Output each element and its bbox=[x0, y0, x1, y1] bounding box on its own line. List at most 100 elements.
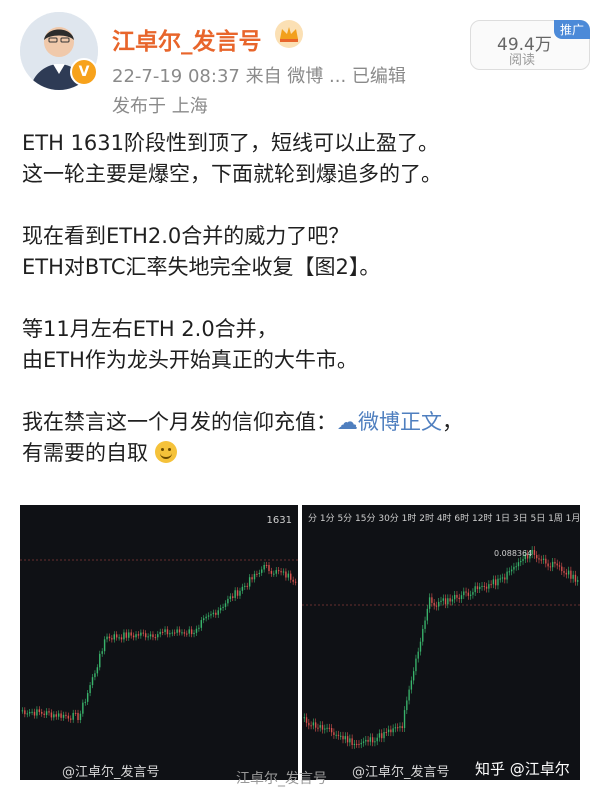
candle-body bbox=[374, 741, 376, 743]
candle-body bbox=[275, 570, 277, 574]
candle-body bbox=[340, 735, 342, 737]
read-label: 阅读 bbox=[509, 53, 536, 68]
candle-body bbox=[328, 727, 331, 729]
bottom-watermark: 江卓尔_发言号 bbox=[236, 771, 327, 787]
candle-body bbox=[74, 712, 77, 714]
candle-body bbox=[125, 632, 128, 638]
chart-watermark: @江卓尔_发言号 bbox=[62, 765, 160, 780]
verified-badge-icon: V bbox=[70, 58, 98, 86]
candle-body bbox=[533, 550, 536, 556]
candle-body bbox=[513, 566, 515, 570]
candle-body bbox=[239, 590, 241, 596]
candle-body bbox=[469, 594, 472, 596]
crown-icon bbox=[275, 20, 303, 48]
candle-body bbox=[147, 636, 149, 638]
candle-body bbox=[342, 735, 344, 740]
candle-body bbox=[248, 577, 251, 587]
candle-body bbox=[132, 635, 135, 638]
candle-body bbox=[154, 637, 157, 639]
candle-body bbox=[408, 689, 410, 701]
candle-body bbox=[21, 710, 24, 712]
candle-body bbox=[26, 713, 28, 715]
candle-body bbox=[397, 727, 399, 729]
eth-btc-chart-canvas bbox=[302, 546, 580, 749]
candle-body bbox=[195, 628, 198, 633]
candle-body bbox=[312, 722, 315, 726]
candle-body bbox=[60, 713, 62, 718]
candle-body bbox=[394, 727, 397, 729]
candle-body bbox=[556, 563, 558, 566]
eth-price-chart[interactable]: 1631 @江卓尔_发言号 bbox=[20, 505, 298, 780]
chart-timeframe-tabs[interactable]: 分 1分 5分 15分 30分 1时 2时 4时 6时 12时 1日 3日 5日… bbox=[308, 511, 580, 524]
candle-body bbox=[265, 565, 268, 566]
candle-body bbox=[166, 629, 169, 635]
candle-body bbox=[24, 710, 26, 715]
candle-body bbox=[433, 602, 435, 606]
candle-body bbox=[128, 632, 130, 638]
candle-body bbox=[536, 555, 538, 559]
candle-body bbox=[67, 715, 70, 719]
candle-body bbox=[38, 709, 41, 712]
candle-body bbox=[410, 680, 413, 690]
post-line-text: ， bbox=[442, 410, 463, 434]
candle-body bbox=[463, 591, 465, 596]
candle-body bbox=[495, 579, 497, 586]
candle-body bbox=[330, 727, 333, 733]
candle-body bbox=[314, 722, 317, 728]
candle-body bbox=[467, 592, 470, 596]
candle-body bbox=[130, 632, 132, 636]
post-line: 由ETH作为龙头开始真正的大牛市。 bbox=[22, 348, 358, 372]
candle-body bbox=[510, 569, 513, 572]
candle-body bbox=[161, 631, 164, 633]
candle-body bbox=[356, 743, 358, 745]
candle-body bbox=[188, 629, 190, 634]
candle-body bbox=[485, 586, 488, 589]
candle-body bbox=[321, 725, 324, 730]
candle-body bbox=[333, 732, 335, 735]
candle-body bbox=[447, 598, 449, 605]
candle-body bbox=[65, 714, 67, 716]
candle-body bbox=[205, 616, 207, 619]
candle-body bbox=[387, 729, 390, 733]
post-line: 这一轮主要是爆空，下面就轮到爆追多的了。 bbox=[22, 162, 442, 186]
candle-body bbox=[508, 571, 511, 573]
candle-body bbox=[285, 571, 287, 578]
candle-body bbox=[540, 559, 542, 561]
candle-body bbox=[353, 743, 356, 745]
candle-body bbox=[465, 591, 467, 593]
candle-body bbox=[570, 570, 572, 579]
candle-body bbox=[258, 572, 261, 575]
candle-body bbox=[53, 714, 55, 718]
candle-body bbox=[424, 620, 426, 629]
candle-body bbox=[210, 614, 212, 616]
eth-btc-chart[interactable]: 分 1分 5分 15分 30分 1时 2时 4时 6时 12时 1日 3日 5日… bbox=[302, 505, 580, 780]
candle-body bbox=[554, 561, 556, 564]
candle-body bbox=[551, 561, 554, 568]
candle-body bbox=[305, 717, 308, 723]
candle-body bbox=[159, 631, 161, 635]
candle-body bbox=[43, 713, 45, 715]
candle-body bbox=[442, 598, 444, 601]
candle-body bbox=[565, 572, 568, 575]
candle-body bbox=[164, 629, 166, 632]
candle-body bbox=[428, 597, 431, 609]
candle-body bbox=[499, 578, 501, 580]
weibo-link-text[interactable]: 微博正文 bbox=[358, 410, 442, 434]
weibo-link[interactable]: ☁微博正文 bbox=[337, 410, 442, 434]
candle-body bbox=[403, 710, 406, 729]
candle-body bbox=[57, 713, 60, 717]
candle-body bbox=[419, 641, 422, 652]
candle-body bbox=[401, 726, 403, 729]
username[interactable]: 江卓尔_发言号 bbox=[112, 22, 262, 56]
candle-body bbox=[444, 598, 447, 605]
candle-body bbox=[451, 599, 454, 602]
candle-body bbox=[219, 607, 222, 611]
candle-body bbox=[319, 725, 321, 728]
candle-body bbox=[232, 596, 234, 598]
smile-emoji-icon bbox=[154, 441, 177, 463]
candle-body bbox=[91, 677, 94, 686]
candle-body bbox=[547, 563, 549, 567]
post-location: 发布于 上海 bbox=[112, 96, 208, 117]
candle-body bbox=[317, 727, 319, 729]
candle-body bbox=[549, 566, 552, 568]
